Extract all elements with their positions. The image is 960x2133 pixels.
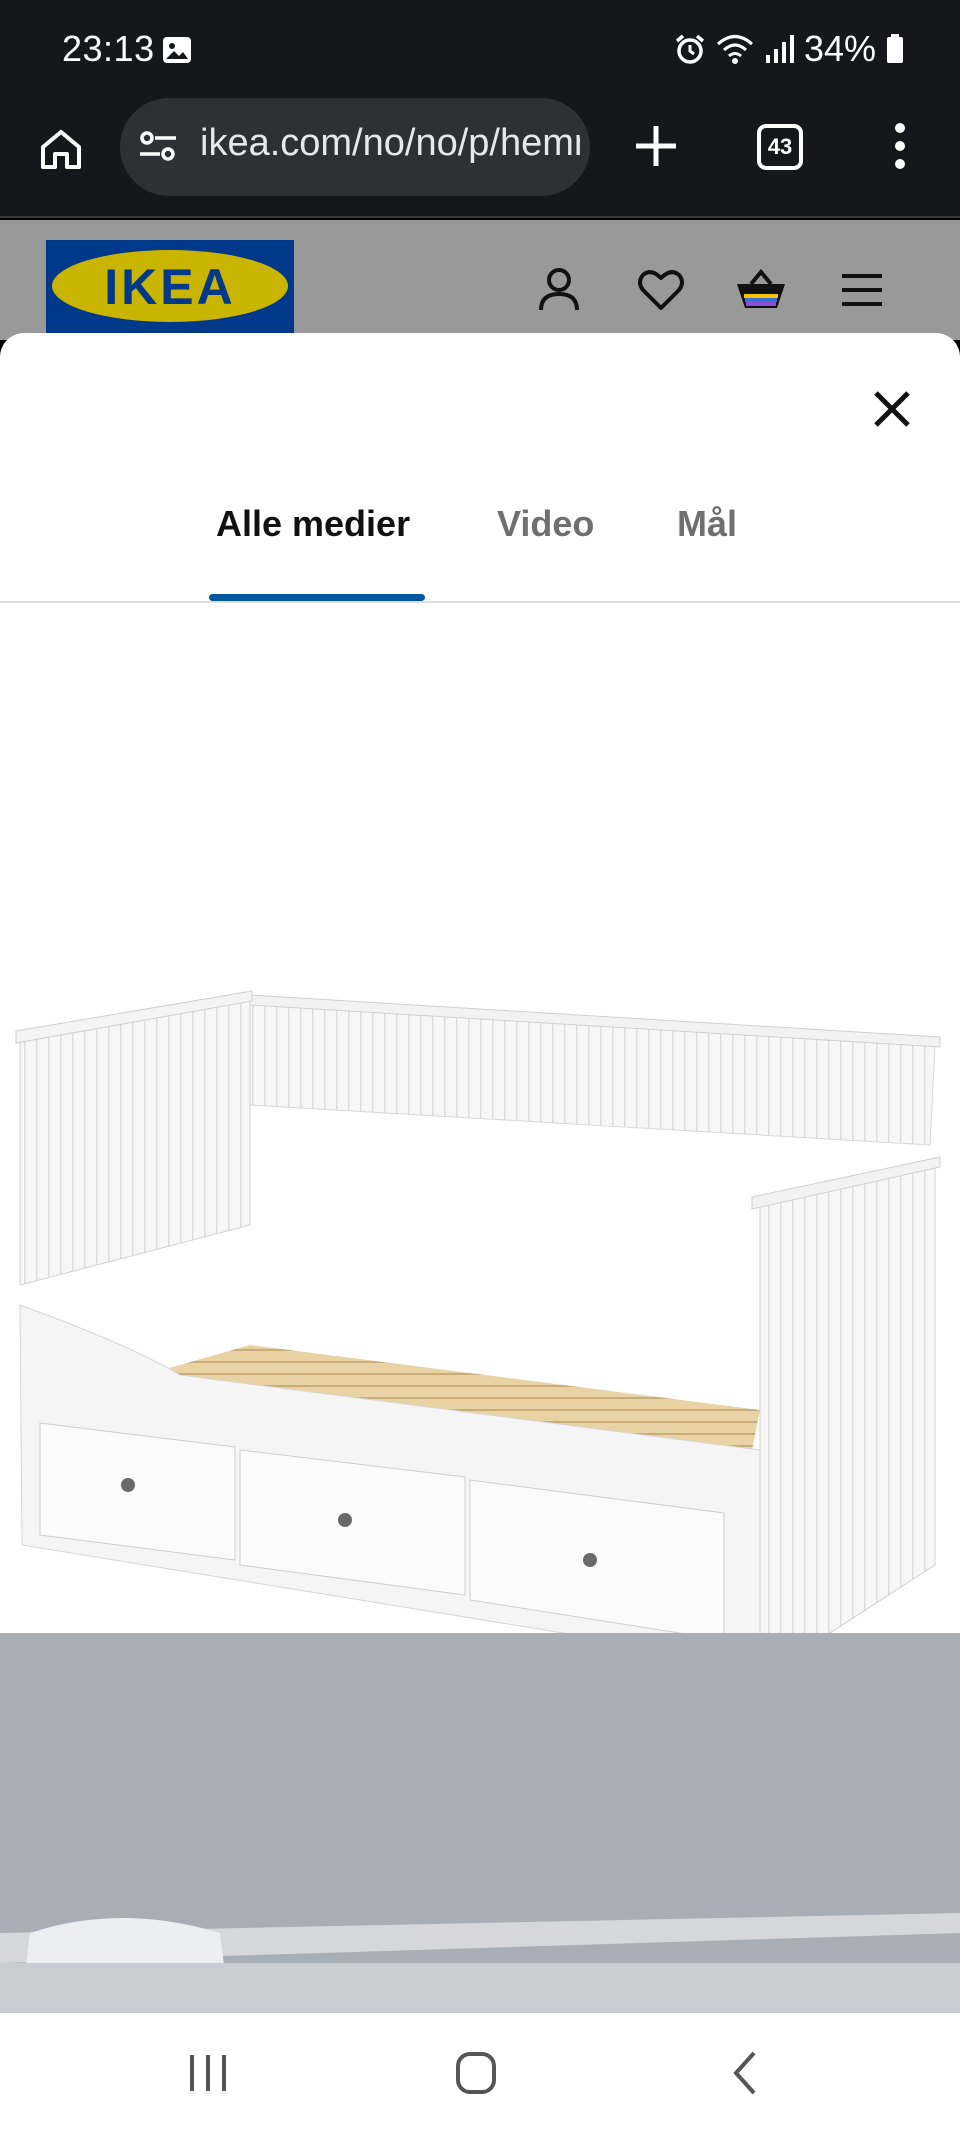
status-bar: 23:13 34% xyxy=(0,0,960,98)
product-image[interactable] xyxy=(0,605,960,1674)
active-tab-indicator xyxy=(209,594,425,601)
site-header: IKEA xyxy=(0,220,960,340)
wifi-icon xyxy=(716,35,753,64)
status-indicators: 34% xyxy=(674,27,904,71)
home-circle-icon[interactable] xyxy=(446,2045,506,2101)
logo-text: IKEA xyxy=(104,259,236,315)
plus-icon[interactable] xyxy=(628,118,684,174)
ikea-logo[interactable]: IKEA xyxy=(46,240,294,340)
browser-toolbar: ikea.com/no/no/p/hemnes-dagseng-med-3-sk… xyxy=(0,98,960,218)
battery-icon xyxy=(887,34,903,63)
heart-icon[interactable] xyxy=(635,264,687,316)
close-icon[interactable] xyxy=(866,383,918,435)
browser-home-button[interactable] xyxy=(30,118,92,180)
image-icon xyxy=(163,37,191,63)
media-modal: Alle medier Video Mål xyxy=(0,333,960,2013)
tab-dimensions[interactable]: Mål xyxy=(677,503,737,601)
more-vert-icon[interactable] xyxy=(880,118,920,174)
media-tabs: Alle medier Video Mål xyxy=(0,503,960,603)
room-photo xyxy=(0,1633,960,2013)
alarm-icon xyxy=(675,34,705,64)
battery-percent: 34% xyxy=(803,28,876,69)
cart-icon[interactable] xyxy=(733,264,789,316)
url-text: ikea.com/no/no/p/hemnes-dagseng-med-3-sk… xyxy=(200,122,580,164)
system-nav-bar xyxy=(0,2013,960,2133)
home-icon xyxy=(41,130,81,169)
hamburger-icon[interactable] xyxy=(836,264,888,316)
tab-video[interactable]: Video xyxy=(497,503,594,601)
address-bar[interactable]: ikea.com/no/no/p/hemnes-dagseng-med-3-sk… xyxy=(120,98,590,196)
back-icon[interactable] xyxy=(716,2045,776,2101)
recents-icon[interactable] xyxy=(178,2045,238,2101)
person-icon[interactable] xyxy=(533,264,585,316)
site-settings-icon[interactable] xyxy=(138,128,178,164)
daybed-illustration xyxy=(15,990,941,1674)
signal-icon xyxy=(765,35,794,63)
status-time: 23:13 xyxy=(62,28,155,69)
tab-all-media[interactable]: Alle medier xyxy=(216,503,410,601)
lifestyle-image[interactable] xyxy=(0,1633,960,2013)
tab-switcher-button[interactable]: 43 xyxy=(757,124,803,170)
